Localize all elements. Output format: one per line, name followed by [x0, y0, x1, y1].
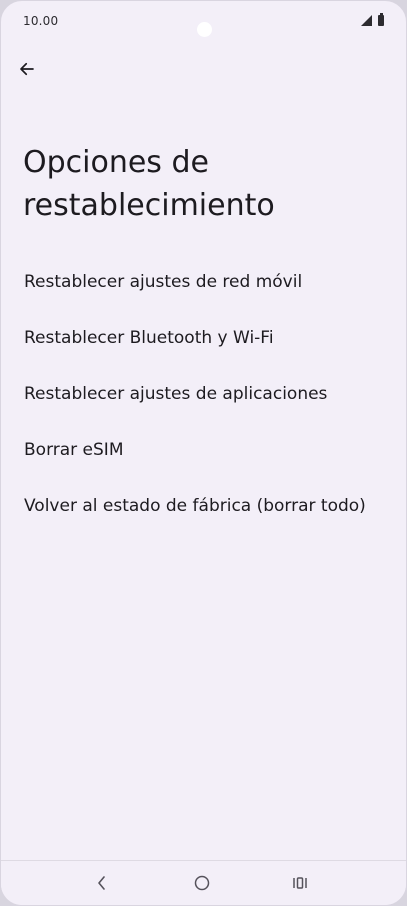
battery-icon: [378, 13, 384, 26]
nav-home-button[interactable]: [189, 871, 215, 895]
phone-screen: 10.00 Opciones de restablecimiento Resta…: [0, 0, 407, 906]
option-reset-bluetooth-wifi[interactable]: Restablecer Bluetooth y Wi-Fi: [1, 310, 406, 366]
navigation-bar: [1, 860, 406, 905]
status-bar: 10.00: [1, 1, 406, 41]
reset-options-list: Restablecer ajustes de red móvil Restabl…: [1, 254, 406, 534]
recents-icon: [293, 877, 307, 889]
signal-icon: [361, 15, 372, 26]
nav-recents-button[interactable]: [287, 871, 313, 895]
camera-cutout: [197, 22, 212, 37]
status-icons: [361, 13, 384, 26]
back-button[interactable]: [13, 55, 41, 83]
page-title: Opciones de restablecimiento: [23, 145, 275, 223]
option-reset-app-preferences[interactable]: Restablecer ajustes de aplicaciones: [1, 366, 406, 422]
home-circle-icon: [194, 875, 210, 891]
chevron-left-icon: [98, 876, 105, 890]
option-factory-reset[interactable]: Volver al estado de fábrica (borrar todo…: [1, 478, 406, 534]
arrow-left-icon: [20, 62, 34, 76]
option-erase-esim[interactable]: Borrar eSIM: [1, 422, 406, 478]
nav-back-button[interactable]: [89, 871, 115, 895]
option-reset-mobile-network[interactable]: Restablecer ajustes de red móvil: [1, 254, 406, 310]
status-time: 10.00: [23, 14, 59, 28]
